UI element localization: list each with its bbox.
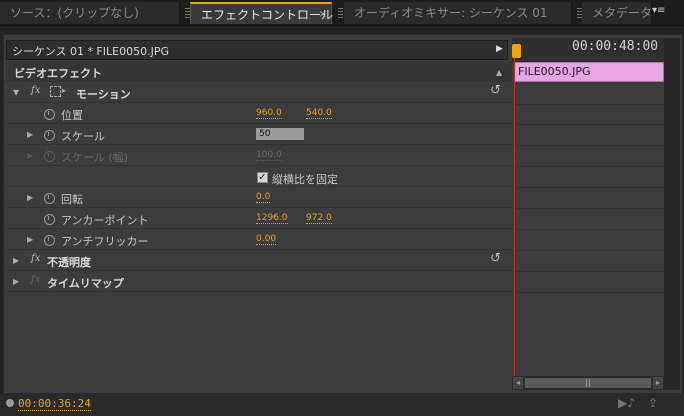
current-time-icon: [6, 399, 14, 407]
playhead-handle[interactable]: [512, 44, 521, 58]
motion-label: モーション: [76, 88, 131, 101]
anti-flicker-value[interactable]: 0.00: [256, 234, 277, 245]
tab-source[interactable]: ソース：(クリップなし): [0, 2, 180, 24]
playhead-line: [514, 58, 515, 378]
play-audio-icon[interactable]: ▶♪: [618, 396, 635, 410]
rotation-value[interactable]: 0.0: [256, 192, 271, 203]
timeline-row-line: [514, 124, 664, 125]
timeline-row-line: [514, 250, 664, 251]
reset-icon[interactable]: ↺: [490, 83, 501, 98]
tab-label: ソース：(クリップなし): [10, 6, 139, 20]
timeline-timecode: 00:00:48:00: [572, 39, 659, 54]
stopwatch-icon[interactable]: [44, 130, 55, 141]
tab-grip-icon[interactable]: [338, 8, 343, 18]
expand-right-icon[interactable]: ▶: [27, 235, 33, 244]
position-label: 位置: [61, 109, 83, 122]
panel-menu-icon[interactable]: ▾≡: [652, 5, 665, 16]
stopwatch-icon[interactable]: [44, 235, 55, 246]
scrollbar-grip-icon: [586, 379, 592, 387]
scale-width-label: スケール (幅): [61, 151, 129, 164]
scale-width-value: 100.0: [256, 150, 282, 161]
fx-icon[interactable]: fx: [31, 253, 40, 264]
tab-metadata[interactable]: メタデータ: [582, 2, 652, 24]
tab-audio-mixer[interactable]: オーディオミキサー: シーケンス 01: [344, 2, 572, 24]
export-icon[interactable]: ⇪: [648, 396, 658, 410]
anchor-y-value[interactable]: 972.0: [306, 213, 332, 224]
transform-icon[interactable]: [50, 86, 61, 97]
timeline-row-line: [514, 166, 664, 167]
stopwatch-icon: [44, 151, 55, 162]
stopwatch-icon[interactable]: [44, 109, 55, 120]
tab-effect-controls[interactable]: エフェクトコントロール ×: [190, 2, 334, 26]
scale-label: スケール: [61, 130, 105, 143]
collapse-up-icon[interactable]: ▲: [496, 68, 502, 77]
uniform-scale-label: 縦横比を固定: [272, 173, 338, 186]
timeline-row-line: [514, 104, 664, 105]
close-icon[interactable]: ×: [319, 4, 327, 26]
scale-input[interactable]: 50: [256, 128, 304, 140]
reset-icon[interactable]: ↺: [490, 251, 501, 266]
expand-right-icon: ▶: [27, 151, 34, 160]
stopwatch-icon[interactable]: [44, 214, 55, 225]
rotation-label: 回転: [61, 193, 83, 206]
uniform-scale-checkbox[interactable]: ✓: [257, 172, 268, 183]
timeline-row-line: [514, 229, 664, 230]
expand-down-icon[interactable]: ▼: [13, 88, 19, 97]
expand-right-icon[interactable]: ▶: [27, 130, 33, 139]
timeline-clip[interactable]: FILE0050.JPG: [514, 62, 664, 82]
anchor-label: アンカーポイント: [61, 214, 149, 227]
tab-label: オーディオミキサー: シーケンス 01: [354, 6, 548, 20]
expand-right-icon[interactable]: ▶: [27, 193, 33, 202]
tab-label: エフェクトコントロール: [201, 8, 334, 22]
timeline-row-line: [514, 292, 664, 293]
current-timecode[interactable]: 00:00:36:24: [18, 397, 91, 411]
video-effects-title: ビデオエフェクト: [14, 67, 102, 80]
timeline-row-line: [514, 208, 664, 209]
tab-label: メタデータ: [592, 6, 652, 20]
timeline-row-line: [514, 271, 664, 272]
expand-right-icon[interactable]: ▶: [13, 256, 19, 265]
timeline-row-line: [514, 187, 664, 188]
opacity-label: 不透明度: [47, 256, 91, 269]
expand-right-icon[interactable]: ▶: [13, 277, 19, 286]
fx-icon: fx: [31, 274, 41, 285]
right-gutter: [664, 38, 680, 390]
panel-footer: [0, 394, 684, 416]
time-remap-label: タイムリマップ: [47, 277, 124, 290]
transform-arrow-icon[interactable]: ▸: [62, 86, 66, 95]
fx-icon[interactable]: fx: [31, 85, 40, 96]
timeline-row-line: [514, 145, 664, 146]
position-x-value[interactable]: 960.0: [256, 108, 282, 119]
scroll-left-icon[interactable]: ◂: [513, 377, 523, 389]
stopwatch-icon[interactable]: [44, 193, 55, 204]
sequence-title: シーケンス 01 * FILE0050.JPG: [12, 45, 169, 58]
scroll-right-icon[interactable]: ▸: [653, 377, 663, 389]
show-timeline-icon[interactable]: ▶: [496, 44, 503, 54]
position-y-value[interactable]: 540.0: [306, 108, 332, 119]
anti-flicker-label: アンチフリッカー: [61, 235, 149, 248]
anchor-x-value[interactable]: 1296.0: [256, 213, 288, 224]
